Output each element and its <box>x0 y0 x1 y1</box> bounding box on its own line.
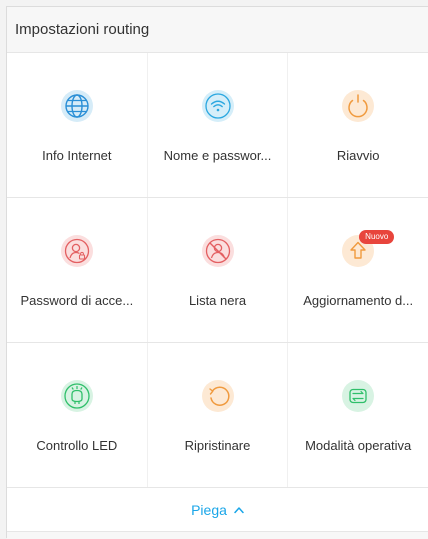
tile-label: Lista nera <box>188 293 247 308</box>
tile-label: Aggiornamento d... <box>303 293 414 308</box>
grid-row: Controllo LED Ripristinare Modalità oper… <box>7 343 428 488</box>
tile-label: Modalità operativa <box>305 438 412 453</box>
tile-label: Controllo LED <box>36 438 118 453</box>
collapse-label: Piega <box>191 501 227 518</box>
user-lock-icon <box>60 234 94 268</box>
section-header: Impostazioni routing <box>7 7 428 53</box>
tile-wifi-name-password[interactable]: Nome e passwor... <box>146 53 288 197</box>
restore-icon <box>201 379 235 413</box>
upgrade-icon: Nuovo <box>341 230 395 268</box>
tile-blacklist[interactable]: Lista nera <box>146 198 288 342</box>
screen: Impostazioni routing Info Internet Nome … <box>0 0 428 539</box>
tile-label: Nome e passwor... <box>163 148 272 163</box>
tile-led-control[interactable]: Controllo LED <box>7 343 147 487</box>
led-icon <box>60 379 94 413</box>
grid-row: Info Internet Nome e passwor... Riavvio <box>7 53 428 198</box>
user-blocked-icon <box>201 234 235 268</box>
tile-label: Info Internet <box>42 148 112 163</box>
tile-access-password[interactable]: Password di acce... <box>7 198 147 342</box>
tile-operating-mode[interactable]: Modalità operativa <box>287 343 428 487</box>
mode-switch-icon <box>341 379 375 413</box>
tile-label: Riavvio <box>336 148 380 163</box>
tile-restore[interactable]: Ripristinare <box>146 343 288 487</box>
new-badge: Nuovo <box>359 230 395 244</box>
settings-grid: Info Internet Nome e passwor... Riavvio … <box>7 53 428 488</box>
grid-row: Password di acce... Lista nera Nuovo Agg… <box>7 198 428 343</box>
tile-label: Password di acce... <box>20 293 134 308</box>
tile-label: Ripristinare <box>184 438 251 453</box>
globe-icon <box>60 89 94 123</box>
tile-reboot[interactable]: Riavvio <box>287 53 428 197</box>
tile-firmware-update[interactable]: Nuovo Aggiornamento d... <box>287 198 428 342</box>
chevron-up-icon <box>234 506 244 514</box>
section-title: Impostazioni routing <box>15 21 150 38</box>
wifi-icon <box>201 89 235 123</box>
tile-info-internet[interactable]: Info Internet <box>7 53 147 197</box>
routing-settings-card: Impostazioni routing Info Internet Nome … <box>6 6 428 539</box>
power-icon <box>341 89 375 123</box>
collapse-button[interactable]: Piega <box>7 488 428 532</box>
